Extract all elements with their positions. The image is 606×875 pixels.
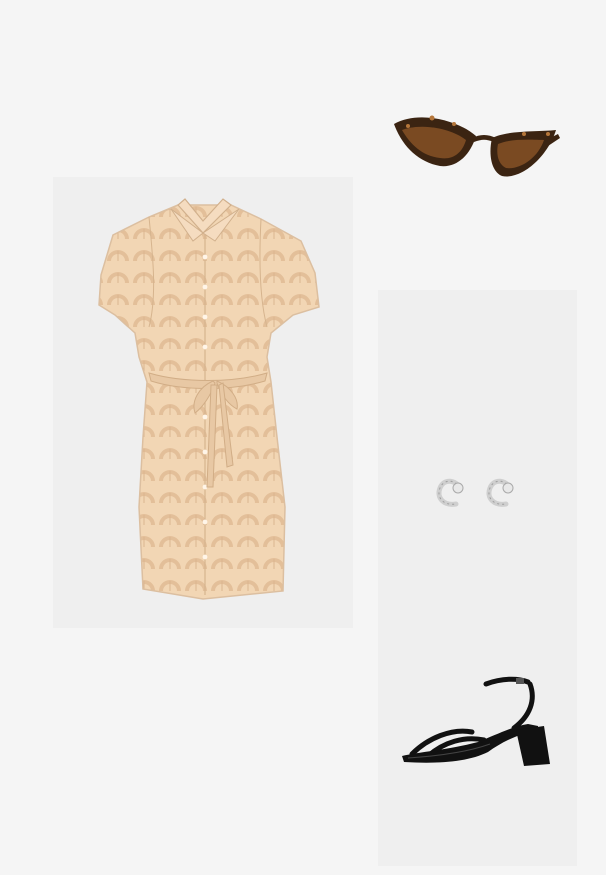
accessory-column-tile <box>378 290 577 866</box>
stud-earrings-icon[interactable] <box>430 468 526 516</box>
sunglasses-icon[interactable] <box>388 100 566 190</box>
shirt-dress-icon[interactable] <box>53 177 353 628</box>
block-heel-sandal-icon[interactable] <box>398 670 560 774</box>
